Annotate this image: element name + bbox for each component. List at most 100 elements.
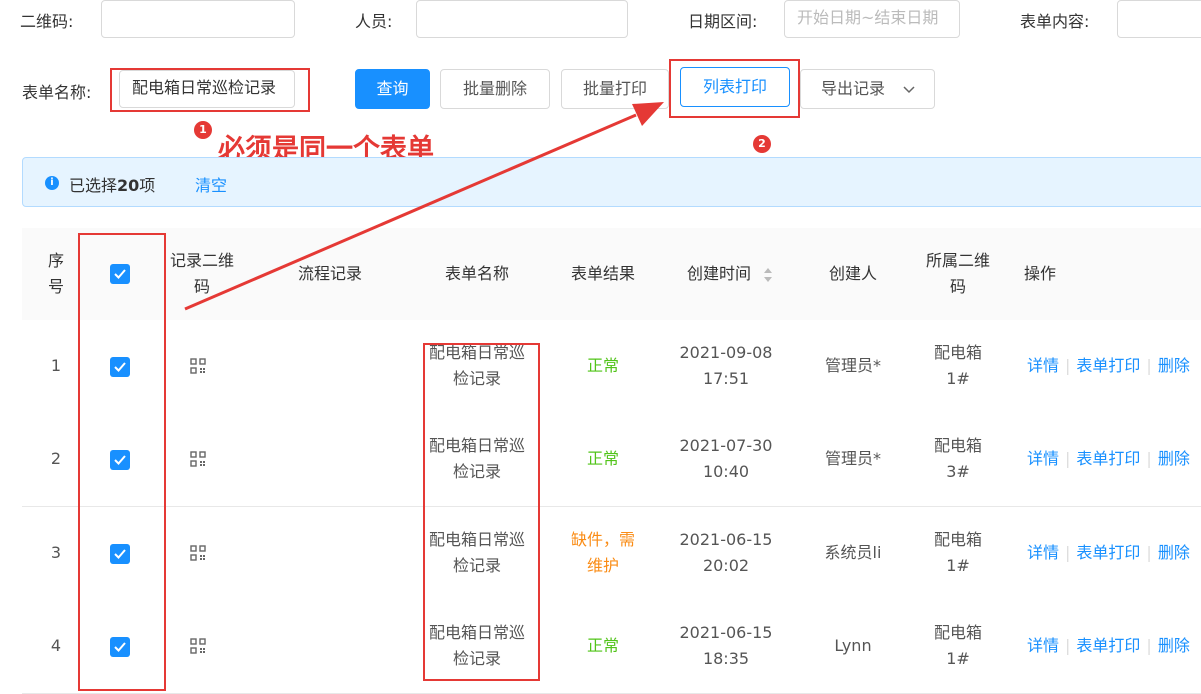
form-content-input[interactable] [1117,0,1201,38]
annotation-box-form-names [423,343,540,681]
column-index: 序号 [47,251,64,296]
row-belong-number: 3# [946,462,970,481]
row-index: 2 [50,449,62,468]
column-created[interactable]: 创建时间 [676,261,762,287]
person-filter-input[interactable] [416,0,628,38]
row-delete-link[interactable]: 删除 [1158,449,1190,468]
row-action-divider: | [1065,449,1071,468]
row-print-link[interactable]: 表单打印 [1076,356,1140,375]
qrcode-icon[interactable] [190,638,206,654]
row-belong-name: 配电箱 [933,623,982,642]
annotation-marker-2: 2 [753,135,771,153]
row-delete-link[interactable]: 删除 [1158,356,1190,375]
row-created-date: 2021-09-08 [679,343,773,362]
row-actions: 详情 | 表单打印 | 删除 [1027,353,1201,379]
qrcode-filter-input[interactable] [101,0,295,38]
annotation-marker-1: 1 [194,121,212,139]
qrcode-icon[interactable] [190,358,206,374]
row-action-divider: | [1146,636,1152,655]
row-action-divider: | [1065,636,1071,655]
table-row: 2 配电箱日常巡检记录 正常 2021-07-30 10:40 管理员* 配电箱… [22,413,1201,507]
batch-delete-button[interactable]: 批量删除 [440,69,550,109]
row-action-divider: | [1146,449,1152,468]
row-print-link[interactable]: 表单打印 [1076,543,1140,562]
qrcode-filter-label: 二维码: [20,12,74,31]
annotation-box-list-print [669,59,800,118]
column-qr-record: 记录二维码 [170,251,235,296]
row-action-divider: | [1065,543,1071,562]
row-delete-link[interactable]: 删除 [1158,543,1190,562]
row-created-time: 20:02 [702,556,750,575]
table-row: 1 配电箱日常巡检记录 正常 2021-09-08 17:51 管理员* 配电箱… [22,320,1201,414]
row-belong-name: 配电箱 [933,436,982,455]
column-actions: 操作 [1024,264,1057,283]
row-created-time: 10:40 [702,462,750,481]
selection-prefix: 已选择 [69,176,118,195]
row-belong-qr: 配电箱 1# [923,620,993,672]
row-print-link[interactable]: 表单打印 [1076,636,1140,655]
row-detail-link[interactable]: 详情 [1027,543,1059,562]
row-belong-number: 1# [946,556,970,575]
row-form-result: 正常 [586,356,619,375]
row-form-result: 缺件，需维护 [570,530,635,575]
row-creator: Lynn [834,636,872,655]
column-flow: 流程记录 [297,264,362,283]
row-index: 3 [50,543,62,562]
row-index: 1 [50,356,62,375]
qrcode-icon[interactable] [190,451,206,467]
row-form-result: 正常 [586,449,619,468]
annotation-box-checkboxes [78,233,166,691]
sort-icon[interactable] [763,267,773,283]
batch-print-button[interactable]: 批量打印 [561,69,669,109]
column-belong-qr: 所属二维码 [926,251,991,296]
row-form-result: 正常 [586,636,619,655]
row-created: 2021-07-30 10:40 [676,433,776,485]
row-created-date: 2021-07-30 [679,436,773,455]
clear-selection-link[interactable]: 清空 [195,172,227,196]
form-content-label: 表单内容: [1020,12,1090,31]
row-creator: 管理员* [824,356,881,375]
date-range-input[interactable]: 开始日期~结束日期 [784,0,960,38]
table-row: 4 配电箱日常巡检记录 正常 2021-06-15 18:35 Lynn 配电箱… [22,600,1201,694]
query-button[interactable]: 查询 [355,69,430,109]
row-created-date: 2021-06-15 [679,530,773,549]
selection-count: 20 [117,176,140,195]
row-action-divider: | [1146,543,1152,562]
row-actions: 详情 | 表单打印 | 删除 [1027,446,1201,472]
row-created: 2021-06-15 18:35 [676,620,776,672]
row-belong-name: 配电箱 [933,530,982,549]
row-belong-qr: 配电箱 1# [923,340,993,392]
row-actions: 详情 | 表单打印 | 删除 [1027,633,1201,659]
row-action-divider: | [1065,356,1071,375]
qrcode-icon[interactable] [190,545,206,561]
export-dropdown-button[interactable]: 导出记录 [800,69,935,109]
form-name-label: 表单名称: [22,83,92,102]
row-created-time: 18:35 [702,649,750,668]
export-button-label: 导出记录 [821,79,886,98]
row-belong-number: 1# [946,369,970,388]
person-filter-label: 人员: [355,12,393,31]
row-created-time: 17:51 [702,369,750,388]
row-detail-link[interactable]: 详情 [1027,449,1059,468]
row-detail-link[interactable]: 详情 [1027,636,1059,655]
column-form-result: 表单结果 [570,264,635,283]
selection-alert: i 已选择20项 清空 [22,157,1201,207]
row-delete-link[interactable]: 删除 [1158,636,1190,655]
row-print-link[interactable]: 表单打印 [1076,449,1140,468]
column-creator: 创建人 [828,264,877,283]
column-created-label: 创建时间 [686,264,751,283]
row-created: 2021-06-15 20:02 [676,527,776,579]
selection-suffix: 项 [139,176,156,195]
row-created-date: 2021-06-15 [679,623,773,642]
row-belong-qr: 配电箱 3# [923,433,993,485]
row-detail-link[interactable]: 详情 [1027,356,1059,375]
date-range-label: 日期区间: [688,12,758,31]
column-form-name: 表单名称 [444,264,509,283]
row-actions: 详情 | 表单打印 | 删除 [1027,540,1201,566]
row-belong-number: 1# [946,649,970,668]
row-belong-name: 配电箱 [933,343,982,362]
selection-summary: 已选择20项 [69,172,155,196]
row-creator: 系统员li [824,543,882,562]
annotation-box-form-name [110,68,310,112]
info-icon: i [45,176,59,190]
